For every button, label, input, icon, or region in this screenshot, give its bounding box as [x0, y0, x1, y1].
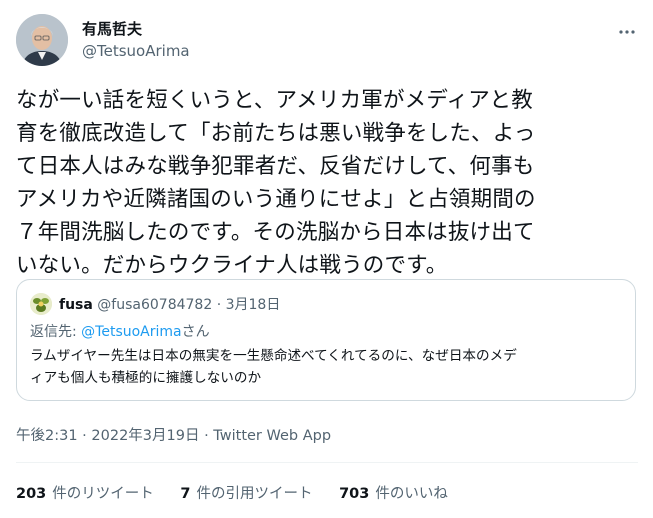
divider-top: [16, 462, 638, 463]
more-horizontal-icon[interactable]: [618, 20, 636, 39]
engagement-stats: 203 件のリツイート 7 件の引用ツイート 703 件のいいね: [16, 482, 470, 503]
reply-prefix: 返信先:: [30, 324, 82, 340]
more-dots-icon: [619, 30, 635, 34]
tweet-date[interactable]: 2022年3月19日: [91, 428, 199, 444]
quote-count-link[interactable]: 7 件の引用ツイート: [180, 482, 312, 503]
like-label: 件のいいね: [375, 486, 448, 502]
retweet-count: 203: [16, 486, 47, 502]
quoted-author-avatar: [30, 293, 52, 315]
quoted-tweet-header: fusa @fusa60784782 · 3月18日: [59, 294, 280, 314]
quote-count: 7: [180, 486, 191, 502]
quoted-separator: ·: [216, 297, 222, 313]
quoted-tweet-card[interactable]: fusa @fusa60784782 · 3月18日 返信先: @TetsuoA…: [16, 279, 636, 401]
quoted-author-name[interactable]: fusa: [59, 297, 93, 313]
reply-suffix: さん: [181, 324, 210, 340]
quote-label: 件の引用ツイート: [196, 486, 313, 502]
meta-separator-2: ·: [199, 428, 214, 444]
flower-avatar-icon: [30, 293, 52, 315]
tweet-source-link[interactable]: Twitter Web App: [213, 428, 331, 444]
tweet-text: なが一い話を短くいうと、アメリカ軍がメディアと教 育を徹底改造して「お前たちは悪…: [16, 88, 536, 278]
retweet-label: 件のリツイート: [52, 486, 154, 502]
like-count-link[interactable]: 703 件のいいね: [339, 482, 448, 503]
avatar-portrait-icon: [16, 14, 68, 66]
quoted-reply-context: 返信先: @TetsuoArimaさん: [30, 321, 210, 341]
tweet-time[interactable]: 午後2:31: [16, 428, 78, 444]
quoted-tweet-text: ラムザイヤー先生は日本の無実を一生懸命述べてくれてるのに、なぜ日本のメデ ィアも…: [30, 348, 517, 386]
meta-separator: ·: [77, 428, 92, 444]
quoted-author-handle[interactable]: @fusa60784782: [97, 297, 212, 313]
author-handle[interactable]: @TetsuoArima: [82, 42, 190, 60]
retweet-count-link[interactable]: 203 件のリツイート: [16, 482, 154, 503]
quoted-date[interactable]: 3月18日: [226, 297, 281, 313]
tweet-metadata: 午後2:31 · 2022年3月19日 · Twitter Web App: [16, 424, 331, 445]
author-display-name[interactable]: 有馬哲夫: [82, 18, 142, 39]
like-count: 703: [339, 486, 370, 502]
author-avatar[interactable]: [16, 14, 68, 66]
reply-mention-link[interactable]: @TetsuoArima: [81, 324, 181, 340]
